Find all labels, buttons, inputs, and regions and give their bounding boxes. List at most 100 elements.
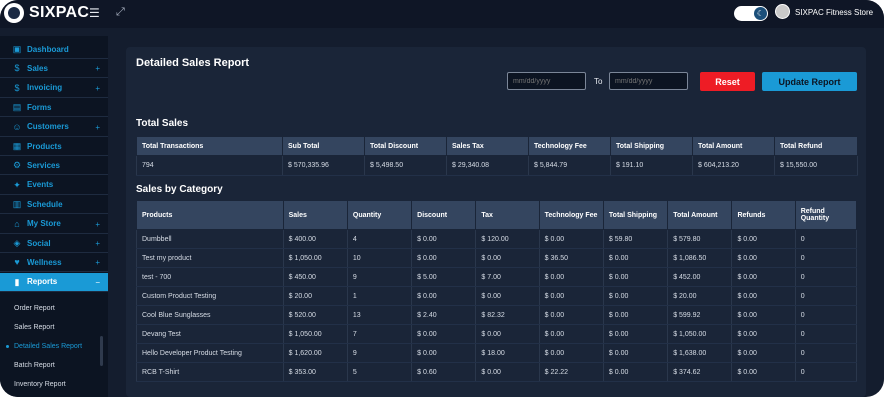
table-cell: $ 20.00	[283, 286, 348, 306]
sidebar-item-events[interactable]: ✦ Events	[0, 176, 108, 195]
sidebar-item-label: Forms	[27, 102, 52, 112]
table-cell: Hello Developer Product Testing	[136, 343, 284, 363]
sidebar-subitem-batch-report[interactable]: Batch Report	[0, 356, 108, 375]
sidebar-item-wellness[interactable]: ♥ Wellness +	[0, 253, 108, 273]
table-row: Hello Developer Product Testing $ 1,620.0…	[136, 343, 858, 363]
sidebar-scrollbar[interactable]	[100, 336, 103, 366]
column-header: Total Amount	[667, 200, 733, 230]
table-cell: $ 59.80	[603, 229, 669, 249]
table-cell: 0	[795, 305, 858, 325]
expand-icon[interactable]: +	[95, 239, 100, 248]
table-cell: $ 0.60	[411, 362, 477, 382]
total-sales-title: Total Sales	[136, 118, 189, 129]
table-cell: $ 0.00	[603, 343, 669, 363]
sidebar-item-forms[interactable]: ▤ Forms	[0, 98, 108, 118]
column-header: Total Refund	[774, 136, 858, 156]
table-cell: $ 0.00	[475, 324, 540, 344]
expand-icon[interactable]: +	[95, 123, 100, 132]
sales-by-category-title: Sales by Category	[136, 184, 223, 195]
table-cell: Cool Blue Sunglasses	[136, 305, 284, 325]
expand-icon[interactable]: +	[95, 258, 100, 267]
logo[interactable]: SIXPAC	[4, 3, 89, 23]
table-cell: $ 400.00	[283, 229, 348, 249]
sidebar-item-label: Wellness	[27, 257, 62, 267]
table-cell: $ 0.00	[411, 343, 477, 363]
sidebar-subitem-sales-report[interactable]: Sales Report	[0, 318, 108, 337]
column-header: Refund Quantity	[794, 200, 858, 230]
table-cell: $ 0.00	[731, 324, 796, 344]
reset-button[interactable]: Reset	[700, 72, 755, 91]
table-cell: $ 0.00	[603, 305, 669, 325]
sidebar-item-label: Social	[27, 238, 51, 248]
theme-toggle[interactable]: ☾	[734, 6, 768, 21]
table-cell: Custom Product Testing	[136, 286, 284, 306]
table-row: Custom Product Testing $ 20.00 1 $ 0.00 $ 0.…	[136, 286, 858, 306]
sidebar-item-sales[interactable]: $ Sales +	[0, 59, 108, 79]
date-from-input[interactable]	[507, 72, 586, 90]
dollar-icon: $	[14, 63, 20, 74]
sidebar-subitem-inventory-report[interactable]: Inventory Report	[0, 375, 108, 394]
logo-icon	[4, 3, 24, 23]
expand-icon[interactable]: +	[95, 84, 100, 93]
menu-toggle-icon[interactable]: ☰	[89, 6, 100, 20]
table-cell: $ 0.00	[411, 229, 477, 249]
moon-icon: ☾	[754, 7, 767, 20]
expand-icon[interactable]: +	[95, 64, 100, 73]
table-cell: 5	[347, 362, 413, 382]
column-header: Technology Fee	[538, 200, 604, 230]
table-cell: $ 1,050.00	[667, 324, 733, 344]
table-row: 794 $ 570,335.96 $ 5,498.50 $ 29,340.08 $ 5,…	[136, 155, 858, 176]
table-cell: $ 1,086.50	[667, 248, 733, 268]
table-cell: $ 0.00	[475, 286, 540, 306]
table-cell: 4	[347, 229, 413, 249]
sidebar-item-schedule[interactable]: ▥ Schedule	[0, 195, 108, 215]
avatar[interactable]	[775, 4, 790, 19]
expand-icon[interactable]: +	[95, 220, 100, 229]
page-title: Detailed Sales Report	[136, 57, 250, 69]
sales-by-category-table: Products Sales Quantity Discount Tax Technolo…	[136, 200, 858, 382]
sidebar-item-label: My Store	[27, 219, 61, 229]
sidebar-subitem-order-report[interactable]: Order Report	[0, 299, 108, 318]
table-cell: 7	[347, 324, 413, 344]
sidebar-item-invoicing[interactable]: $ Invoicing +	[0, 79, 108, 98]
sidebar-item-reports[interactable]: ▮ Reports −	[0, 272, 108, 292]
sidebar-item-customers[interactable]: ☺ Customers +	[0, 118, 108, 137]
table-cell: Test my product	[136, 248, 284, 268]
store-icon: ⌂	[14, 218, 20, 229]
top-bar: SIXPAC ☰ ⤢ ☾ SIXPAC Fitness Store	[0, 0, 884, 28]
table-cell: $ 0.00	[539, 267, 604, 287]
table-cell: $ 0.00	[539, 305, 604, 325]
table-cell: 0	[795, 343, 858, 363]
sidebar-item-services[interactable]: ⚙ Services	[0, 156, 108, 176]
sidebar-item-social[interactable]: ◈ Social +	[0, 234, 108, 253]
sidebar-item-label: Dashboard	[27, 44, 69, 54]
services-icon: ⚙	[12, 160, 22, 171]
date-to-input[interactable]	[609, 72, 688, 90]
column-header: Total Amount	[692, 136, 775, 156]
column-header: Total Discount	[364, 136, 447, 156]
column-header: Products	[136, 200, 284, 230]
column-header: Sales	[282, 200, 348, 230]
table-cell: $ 0.00	[731, 286, 796, 306]
table-cell: 10	[347, 248, 413, 268]
table-cell: $ 579.80	[667, 229, 733, 249]
sidebar-item-my-store[interactable]: ⌂ My Store +	[0, 215, 108, 234]
column-header: Discount	[411, 200, 477, 230]
sidebar-item-products[interactable]: ▦ Products	[0, 137, 108, 156]
table-cell: $ 2.40	[411, 305, 477, 325]
fullscreen-icon[interactable]: ⤢	[116, 6, 125, 19]
table-cell: RCB T-Shirt	[136, 362, 284, 382]
table-cell: $ 0.00	[731, 267, 796, 287]
column-header: Sub Total	[282, 136, 365, 156]
collapse-icon[interactable]: −	[95, 278, 100, 287]
table-row: Cool Blue Sunglasses $ 520.00 13 $ 2.40 $ 82…	[136, 305, 858, 325]
store-name[interactable]: SIXPAC Fitness Store	[795, 8, 873, 17]
sidebar-item-dashboard[interactable]: ▣ Dashboard	[0, 40, 108, 59]
table-cell: $ 353.00	[283, 362, 348, 382]
update-report-button[interactable]: Update Report	[762, 72, 857, 91]
table-cell: $ 0.00	[603, 362, 669, 382]
schedule-icon: ▥	[12, 199, 22, 210]
forms-icon: ▤	[12, 102, 22, 113]
table-cell: 0	[795, 286, 858, 306]
sidebar-subitem-detailed-sales-report[interactable]: Detailed Sales Report	[0, 337, 108, 356]
